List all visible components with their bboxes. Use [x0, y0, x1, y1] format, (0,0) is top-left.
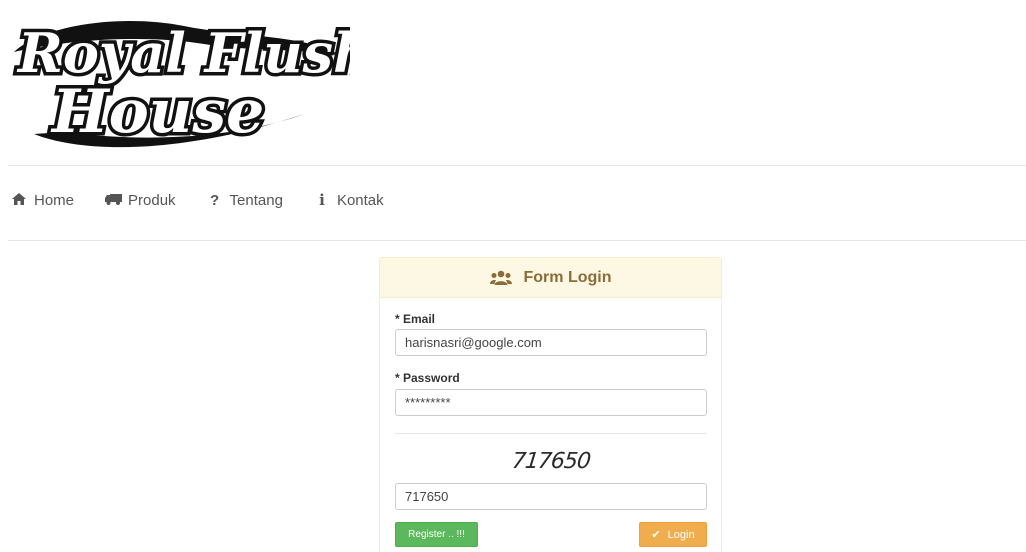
users-icon [489, 270, 512, 286]
nav-item-label: Produk [128, 191, 176, 209]
nav-item-produk[interactable]: Produk [104, 192, 176, 209]
login-panel: Form Login * Email * Password 717650 Reg… [379, 257, 722, 552]
truck-icon [104, 192, 122, 209]
captcha-field[interactable] [395, 483, 707, 510]
login-button[interactable]: ✔ Login [639, 522, 707, 547]
nav-divider [8, 240, 1026, 241]
password-field[interactable] [395, 389, 707, 416]
logo-graphic: Royal Flush House [13, 18, 351, 151]
nav-item-home[interactable]: Home [10, 192, 74, 209]
logo-line1: Royal Flush [16, 21, 350, 85]
nav-item-label: Tentang [229, 191, 283, 209]
question-icon: ? [209, 191, 220, 209]
main-nav: Home Produk ? Tentang i Kontak [10, 188, 414, 212]
page: Royal Flush House Home Produk ? Tentang … [0, 0, 1026, 552]
nav-item-kontak[interactable]: i Kontak [313, 191, 384, 209]
nav-item-label: Kontak [336, 191, 384, 209]
nav-item-label: Home [34, 191, 75, 209]
home-icon [10, 192, 28, 209]
site-logo[interactable]: Royal Flush House [4, 4, 351, 154]
password-label: * Password [395, 371, 460, 385]
email-label: * Email [395, 312, 436, 326]
info-icon: i [319, 191, 325, 209]
captcha-image: 717650 [510, 449, 592, 474]
login-panel-heading: Form Login [380, 258, 721, 298]
login-button-label: Login [667, 528, 695, 541]
login-panel-title: Form Login [523, 268, 612, 286]
check-icon: ✔ [651, 529, 661, 541]
logo-line2: House [50, 77, 264, 147]
register-button[interactable]: Register .. !!! [395, 522, 478, 547]
form-divider [395, 433, 707, 434]
email-field[interactable] [395, 329, 707, 356]
header-divider [8, 165, 1026, 166]
nav-item-tentang[interactable]: ? Tentang [206, 192, 283, 209]
